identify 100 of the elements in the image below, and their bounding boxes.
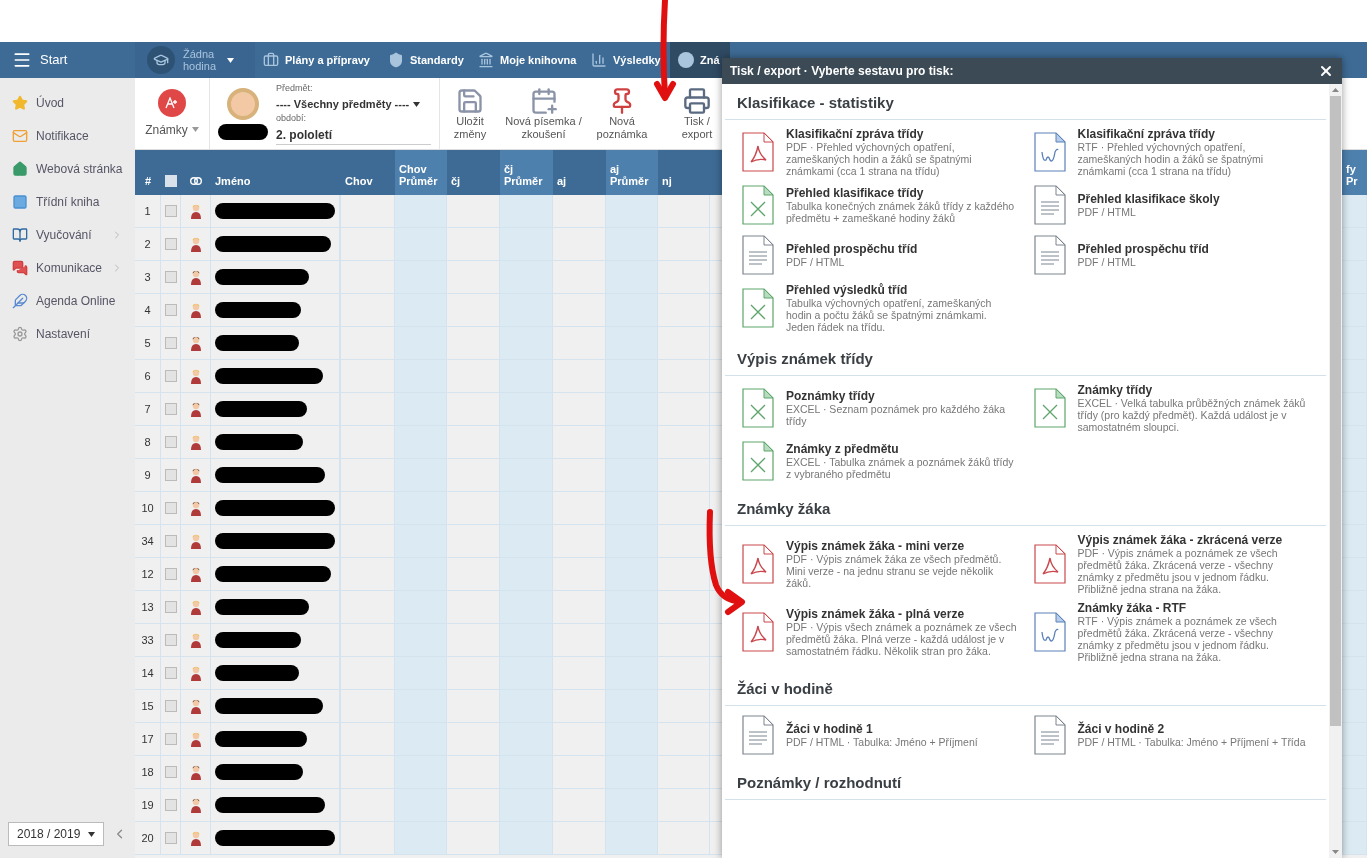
report-option[interactable]: Známky žáka - RTF RTF · Výpis známek a poznámek ze všech předmětů žáka. Zkrácená verze - všechny známky z předmětu jsou v jednom řádku. Přibližně jedna strana na žáka. xyxy=(1033,598,1309,666)
grade-cell xyxy=(395,690,447,723)
row-number: 12 xyxy=(135,558,161,591)
grade-cell xyxy=(395,723,447,756)
grade-cell xyxy=(447,195,500,228)
row-number: 8 xyxy=(135,426,161,459)
row-checkbox[interactable] xyxy=(164,502,177,514)
select-all-checkbox[interactable] xyxy=(165,175,177,187)
grade-cell xyxy=(1342,393,1367,426)
report-option[interactable]: Známky třídy EXCEL · Velká tabulka průběžných známek žáků třídy (pro každý předmět). Každá událost je v samostatném sloupci. xyxy=(1033,380,1309,436)
sidebar-item[interactable]: Nastavení xyxy=(0,317,135,350)
row-checkbox[interactable] xyxy=(164,370,177,382)
report-option[interactable]: Přehled prospěchu tříd PDF / HTML xyxy=(742,230,1018,280)
report-option[interactable]: Výpis známek žáka - mini verze PDF · Výpis známek žáka ze všech předmětů. Mini verze - na jednu stranu se vejde několik žáků. xyxy=(742,530,1018,598)
row-checkbox[interactable] xyxy=(164,403,177,415)
nav-tab[interactable]: Moje knihovna xyxy=(470,42,583,78)
report-option[interactable]: Výpis známek žáka - plná verze PDF · Výpis všech známek a poznámek ze všech předmětů žáka. Plná verze - každá událost je v samostatném řádku. Několik stran pro žáka. xyxy=(742,598,1018,666)
grade-cell xyxy=(500,327,553,360)
nav-tab[interactable]: Zná xyxy=(670,42,730,78)
nav-tab[interactable]: Standardy xyxy=(380,42,470,78)
grade-cell xyxy=(553,492,606,525)
row-number: 19 xyxy=(135,789,161,822)
row-checkbox[interactable] xyxy=(164,733,177,745)
menu-icon xyxy=(12,50,32,70)
nav-tab[interactable]: Plány a přípravy xyxy=(255,42,380,78)
sidebar-item[interactable]: Webová stránka xyxy=(0,152,135,185)
grade-cell xyxy=(395,624,447,657)
report-option[interactable]: Žáci v hodině 2 PDF / HTML · Tabulka: Jméno + Příjmení + Třída xyxy=(1033,710,1309,760)
grade-cell xyxy=(553,360,606,393)
nav-tab[interactable]: Výsledky xyxy=(583,42,660,78)
report-option[interactable]: Známky z předmětu EXCEL · Tabulka známek a poznámek žáků třídy z vybraného předmětu xyxy=(742,436,1018,486)
grade-cell xyxy=(553,624,606,657)
sidebar-item[interactable]: Třídní kniha xyxy=(0,185,135,218)
sidebar-item[interactable]: Úvod xyxy=(0,86,135,119)
grade-cell xyxy=(447,624,500,657)
grade-cell xyxy=(553,690,606,723)
open-book-icon xyxy=(12,226,28,243)
grade-cell xyxy=(447,228,500,261)
period-select[interactable]: 2. pololetí xyxy=(276,125,431,145)
report-option[interactable]: Klasifikační zpráva třídy RTF · Přehled výchovných opatření, zameškaných hodin a žáků se špatnými známkami (cca 1 strana na třídu) xyxy=(1033,124,1309,180)
row-checkbox[interactable] xyxy=(164,799,177,811)
grade-cell xyxy=(553,558,606,591)
house-icon xyxy=(12,160,28,177)
report-option[interactable]: Přehled prospěchu tříd PDF / HTML xyxy=(1033,230,1309,280)
report-option[interactable]: Poznámky třídy EXCEL · Seznam poznámek pro každého žáka třídy xyxy=(742,380,1018,436)
row-checkbox[interactable] xyxy=(164,436,177,448)
toolbar-button[interactable]: Tisk / export xyxy=(671,78,723,149)
row-checkbox[interactable] xyxy=(164,238,177,250)
grade-cell xyxy=(553,426,606,459)
row-checkbox[interactable] xyxy=(164,271,177,283)
column-header: Chov Průměr xyxy=(395,150,447,195)
grade-cell xyxy=(447,261,500,294)
row-checkbox[interactable] xyxy=(164,634,177,646)
row-checkbox[interactable] xyxy=(164,601,177,613)
report-option[interactable]: Žáci v hodině 1 PDF / HTML · Tabulka: Jméno + Příjmení xyxy=(742,710,1018,760)
row-checkbox[interactable] xyxy=(164,766,177,778)
grade-badge-icon xyxy=(158,88,186,117)
grade-cell xyxy=(606,492,658,525)
caret-icon xyxy=(87,831,95,837)
grade-cell xyxy=(1342,228,1367,261)
row-checkbox[interactable] xyxy=(164,700,177,712)
period-label: období: xyxy=(276,112,308,126)
close-icon[interactable] xyxy=(1318,63,1334,79)
row-checkbox[interactable] xyxy=(164,667,177,679)
sidebar-item[interactable]: Vyučování xyxy=(0,218,135,251)
grade-cell xyxy=(395,822,447,855)
sidebar-item[interactable]: Agenda Online xyxy=(0,284,135,317)
report-title: Výpis známek žáka - zkrácená verze xyxy=(1077,533,1284,547)
row-checkbox[interactable] xyxy=(164,205,177,217)
row-number: 6 xyxy=(135,360,161,393)
start-menu-button[interactable]: Start xyxy=(0,42,135,78)
grade-cell xyxy=(606,789,658,822)
row-checkbox[interactable] xyxy=(164,304,177,316)
row-checkbox[interactable] xyxy=(164,535,177,547)
subject-select[interactable]: ---- Všechny předměty ---- xyxy=(276,95,431,113)
row-checkbox[interactable] xyxy=(164,568,177,580)
report-option[interactable]: Přehled výsledků tříd Tabulka výchovných opatření, zameškaných hodin a počtu žáků se špatnými známkami. Jeden řádek na třídu. xyxy=(742,280,1018,336)
grade-cell xyxy=(395,789,447,822)
toolbar-button[interactable]: Uložit změny xyxy=(444,78,496,149)
sidebar-item[interactable]: Komunikace xyxy=(0,251,135,284)
row-checkbox[interactable] xyxy=(164,337,177,349)
grade-cell xyxy=(1342,492,1367,525)
school-year-select[interactable]: 2018 / 2019 xyxy=(8,822,104,846)
grade-cell xyxy=(1342,195,1367,228)
grade-cell xyxy=(606,294,658,327)
scrollbar-thumb[interactable] xyxy=(1330,96,1341,726)
report-option[interactable]: Výpis známek žáka - zkrácená verze PDF · Výpis známek a poznámek ze všech předmětů žáka. Zkrácená verze - všechny známky z předmětu jsou v jednom řádku. Přibližně jedna strana na žáka. xyxy=(1033,530,1309,598)
row-checkbox[interactable] xyxy=(164,469,177,481)
grade-cell xyxy=(606,525,658,558)
row-checkbox[interactable] xyxy=(164,832,177,844)
chat-bubbles-icon xyxy=(12,259,28,276)
report-option[interactable]: Přehled klasifikace třídy Tabulka konečných známek žáků třídy z každého předmětu + zameškané hodiny žáků xyxy=(742,180,1018,230)
report-option[interactable]: Klasifikační zpráva třídy PDF · Přehled výchovných opatření, zameškaných hodin a žáků se špatnými známkami (cca 1 strana na třídu) xyxy=(742,124,1018,180)
grades-dropdown[interactable]: Známky xyxy=(145,120,199,139)
sidebar-item[interactable]: Notifikace xyxy=(0,119,135,152)
toolbar-button[interactable]: Nová písemka / zkoušení xyxy=(496,78,591,149)
toolbar-button[interactable]: Nová poznámka xyxy=(591,78,653,149)
row-number: 2 xyxy=(135,228,161,261)
grade-cell xyxy=(447,459,500,492)
report-option[interactable]: Přehled klasifikace školy PDF / HTML xyxy=(1033,180,1309,230)
